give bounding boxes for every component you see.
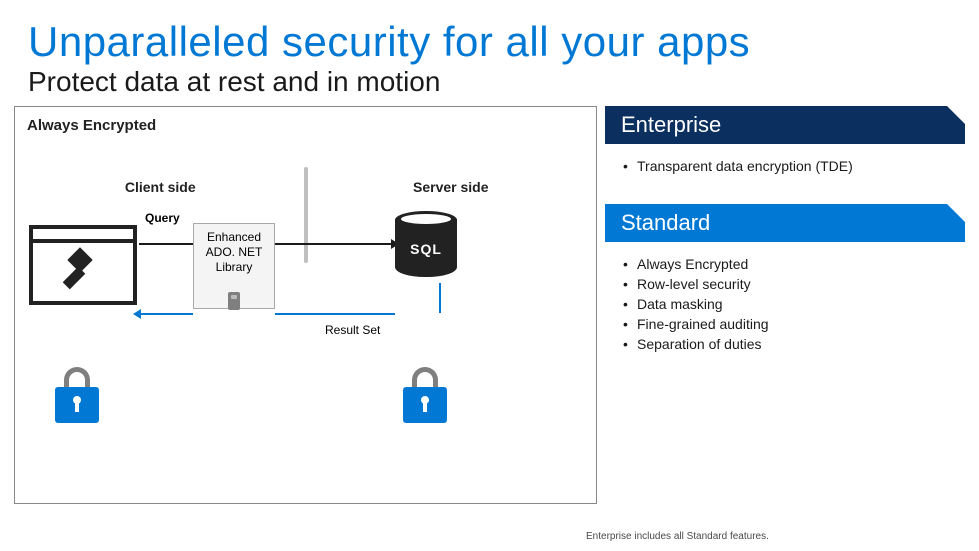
arrow-result-2 [139, 313, 193, 315]
arrow-query-2 [275, 243, 395, 245]
arrow-query-1 [139, 243, 193, 245]
tier-column: Enterprise Transparent data encryption (… [605, 106, 965, 504]
lock-icon [55, 367, 99, 423]
list-item: Always Encrypted [623, 254, 965, 274]
ado-net-library-box: Enhanced ADO. NET Library [193, 223, 275, 309]
arrow-result-1 [275, 313, 395, 315]
footnote: Enterprise includes all Standard feature… [586, 531, 769, 542]
list-item: Row-level security [623, 274, 965, 294]
enterprise-banner: Enterprise [605, 106, 965, 144]
list-item: Separation of duties [623, 334, 965, 354]
list-item: Transparent data encryption (TDE) [623, 156, 965, 176]
diagram-panel: Always Encrypted Client side Server side… [14, 106, 597, 504]
db-label: SQL [395, 241, 457, 257]
list-item: Fine-grained auditing [623, 314, 965, 334]
slide-title: Unparalleled security for all your apps [0, 0, 979, 66]
slide-subtitle: Protect data at rest and in motion [0, 66, 979, 106]
server-side-label: Server side [306, 179, 597, 195]
diagram-heading: Always Encrypted [27, 117, 584, 134]
padlock-small-icon [228, 292, 240, 310]
sql-database-icon: SQL [395, 211, 457, 285]
arrowhead-to-client [133, 309, 141, 319]
lock-icon [403, 367, 447, 423]
standard-banner: Standard [605, 204, 965, 242]
side-divider [304, 167, 308, 263]
enterprise-feature-list: Transparent data encryption (TDE) [605, 144, 965, 176]
client-side-label: Client side [15, 179, 306, 195]
arrow-db-down [439, 283, 441, 313]
standard-feature-list: Always Encrypted Row-level security Data… [605, 242, 965, 354]
library-label: Enhanced ADO. NET Library [206, 230, 263, 274]
query-label: Query [145, 211, 180, 225]
list-item: Data masking [623, 294, 965, 314]
client-app-icon [29, 225, 137, 305]
result-set-label: Result Set [325, 323, 380, 337]
encryption-flow-diagram: Query Enhanced ADO. NET Library SQL Resu… [15, 207, 596, 487]
